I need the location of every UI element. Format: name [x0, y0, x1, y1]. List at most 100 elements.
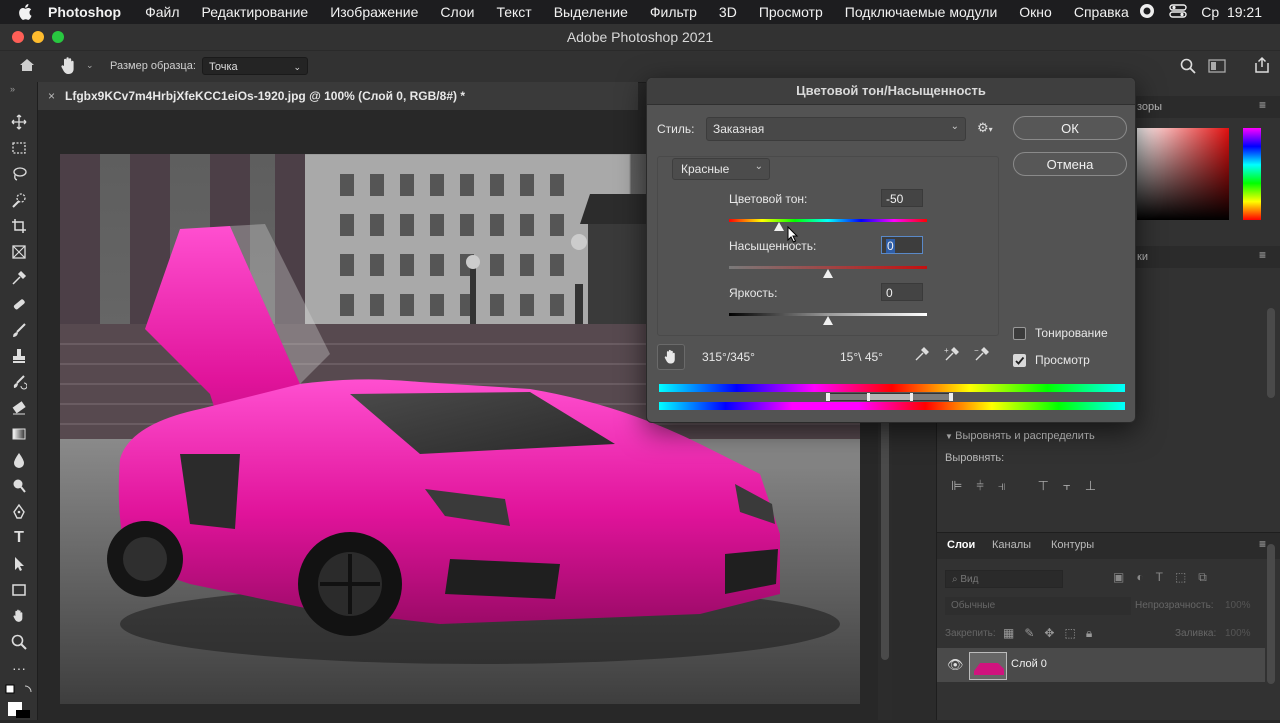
- healing-brush-tool-icon[interactable]: [9, 294, 29, 314]
- menu-layer[interactable]: Слои: [440, 4, 474, 20]
- lasso-tool-icon[interactable]: [9, 164, 29, 184]
- layer-row[interactable]: 👁︎ Слой 0: [937, 648, 1265, 682]
- zoom-tool-icon[interactable]: [9, 632, 29, 652]
- gear-icon[interactable]: ⚙︎▾: [977, 120, 993, 136]
- align-top-icon[interactable]: ⊤: [1038, 478, 1049, 494]
- share-icon[interactable]: [1253, 56, 1271, 77]
- eye-icon[interactable]: 👁︎: [947, 657, 964, 673]
- menu-view[interactable]: Просмотр: [759, 4, 823, 20]
- menu-select[interactable]: Выделение: [554, 4, 628, 20]
- lock-transparency-icon[interactable]: ▦: [1003, 626, 1014, 641]
- eyedropper-minus-icon[interactable]: −: [974, 346, 990, 367]
- document-tab[interactable]: × Lfgbx9KCv7m4HrbjXfeKCC1eiOs-1920.jpg @…: [38, 82, 638, 110]
- menu-app-photoshop[interactable]: Photoshop: [48, 4, 121, 20]
- align-bottom-icon[interactable]: ⊥: [1085, 478, 1096, 494]
- cancel-button[interactable]: Отмена: [1013, 152, 1127, 176]
- sample-size-select[interactable]: Точка ⌄: [202, 57, 308, 75]
- hue-strip[interactable]: [1243, 128, 1261, 220]
- image-filter-icon[interactable]: ▣: [1113, 570, 1124, 585]
- smart-object-filter-icon[interactable]: ⧉: [1198, 570, 1207, 585]
- rectangle-tool-icon[interactable]: [9, 580, 29, 600]
- preview-checkbox[interactable]: [1013, 354, 1026, 367]
- style-select[interactable]: Заказная ⌄: [706, 117, 966, 141]
- clone-stamp-tool-icon[interactable]: [9, 346, 29, 366]
- control-center-icon[interactable]: [1169, 3, 1187, 22]
- menu-edit[interactable]: Редактирование: [202, 4, 309, 20]
- menu-window[interactable]: Окно: [1019, 4, 1052, 20]
- panel-scrollbar-thumb[interactable]: [1267, 308, 1275, 398]
- channel-select[interactable]: Красные ⌄: [672, 158, 770, 180]
- align-center-icon[interactable]: ⫩: [976, 478, 983, 494]
- layers-scrollbar-thumb[interactable]: [1267, 544, 1275, 684]
- quick-selection-tool-icon[interactable]: [9, 190, 29, 210]
- colorize-checkbox[interactable]: [1013, 327, 1026, 340]
- ok-button[interactable]: ОК: [1013, 116, 1127, 140]
- channels-tab[interactable]: Каналы: [992, 539, 1031, 551]
- menu-plugins[interactable]: Подключаемые модули: [845, 4, 998, 20]
- eyedropper-plus-icon[interactable]: +: [944, 346, 960, 367]
- marquee-tool-icon[interactable]: [9, 138, 29, 158]
- layer-filter-select[interactable]: ⌕ Вид: [945, 570, 1063, 588]
- zoom-window-button[interactable]: [52, 31, 64, 43]
- more-tools-icon[interactable]: ···: [9, 658, 29, 678]
- search-icon[interactable]: [1180, 58, 1196, 77]
- lock-all-icon[interactable]: 🔒︎: [1086, 626, 1092, 641]
- layers-tab[interactable]: Слои: [947, 539, 975, 551]
- collapse-icon[interactable]: »: [10, 84, 15, 94]
- minimize-window-button[interactable]: [32, 31, 44, 43]
- align-left-icon[interactable]: ⊫: [951, 478, 962, 494]
- type-filter-icon[interactable]: T: [1156, 570, 1163, 585]
- blend-mode-select[interactable]: Обычные: [945, 597, 1131, 615]
- hand-tool-icon[interactable]: [9, 606, 29, 626]
- dodge-tool-icon[interactable]: [9, 476, 29, 496]
- color-range-core[interactable]: [869, 394, 911, 400]
- default-colors-icon[interactable]: [5, 684, 33, 723]
- move-tool-icon[interactable]: [9, 112, 29, 132]
- hue-slider-track[interactable]: [729, 219, 927, 222]
- gradient-tool-icon[interactable]: [9, 424, 29, 444]
- color-field[interactable]: [1137, 128, 1229, 220]
- eyedropper-tool-icon[interactable]: [9, 268, 29, 288]
- range-handle-left[interactable]: [826, 393, 830, 401]
- hue-slider-thumb[interactable]: [773, 222, 784, 231]
- hue-input[interactable]: -50: [881, 189, 923, 207]
- close-window-button[interactable]: [12, 31, 24, 43]
- color-range-slider[interactable]: [826, 393, 953, 401]
- shape-filter-icon[interactable]: ⬚: [1175, 570, 1186, 585]
- pen-tool-icon[interactable]: [9, 502, 29, 522]
- range-handle-inner-right[interactable]: [910, 393, 913, 401]
- menu-type[interactable]: Текст: [496, 4, 531, 20]
- chevron-down-icon[interactable]: ⌄: [86, 60, 94, 71]
- eyedropper-icon[interactable]: [914, 346, 930, 367]
- saturation-slider-thumb[interactable]: [823, 269, 833, 278]
- scrollbar-thumb[interactable]: [881, 400, 889, 660]
- swatches-tab[interactable]: зоры: [1137, 101, 1162, 113]
- lock-artboard-icon[interactable]: ⬚: [1064, 626, 1075, 641]
- lightness-input[interactable]: 0: [881, 283, 923, 301]
- lock-position-icon[interactable]: ✥: [1044, 626, 1054, 641]
- type-tool-icon[interactable]: T: [9, 528, 29, 548]
- path-selection-tool-icon[interactable]: [9, 554, 29, 574]
- panel-menu-icon[interactable]: ≡: [1259, 248, 1266, 262]
- record-icon[interactable]: [1139, 3, 1155, 22]
- align-middle-icon[interactable]: ⫟: [1063, 478, 1071, 494]
- workspace-icon[interactable]: [1208, 58, 1226, 77]
- menu-filter[interactable]: Фильтр: [650, 4, 697, 20]
- history-brush-tool-icon[interactable]: [9, 372, 29, 392]
- range-handle-right[interactable]: [949, 393, 953, 401]
- hand-tool-icon[interactable]: [58, 55, 80, 80]
- fill-value[interactable]: 100%: [1225, 628, 1251, 639]
- apple-icon[interactable]: [18, 4, 34, 20]
- menu-help[interactable]: Справка: [1074, 4, 1129, 20]
- panel-menu-icon[interactable]: ≡: [1259, 537, 1266, 551]
- lock-pixels-icon[interactable]: ✎: [1024, 626, 1034, 641]
- layer-name[interactable]: Слой 0: [1011, 658, 1047, 670]
- opacity-value[interactable]: 100%: [1225, 600, 1251, 611]
- adjustment-filter-icon[interactable]: ◐: [1136, 570, 1143, 585]
- align-header[interactable]: ▼ Выровнять и распределить: [945, 430, 1095, 442]
- menu-file[interactable]: Файл: [145, 4, 179, 20]
- saturation-input[interactable]: 0: [881, 236, 923, 254]
- eraser-tool-icon[interactable]: [9, 398, 29, 418]
- panel-menu-icon[interactable]: ≡: [1259, 98, 1266, 112]
- align-right-icon[interactable]: ⫣: [998, 478, 1006, 494]
